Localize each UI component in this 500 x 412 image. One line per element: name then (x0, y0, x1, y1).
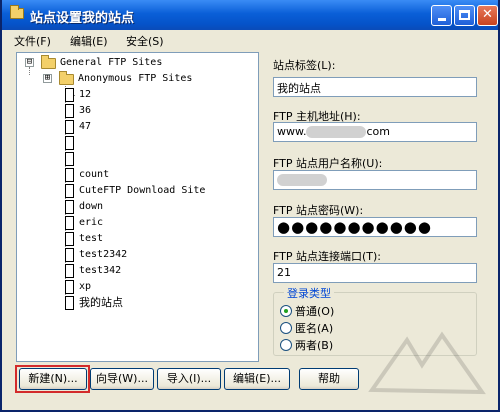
tree-item-label: 36 (79, 105, 92, 116)
login-type-title: 登录类型 (284, 285, 334, 301)
port-input[interactable]: 21 (273, 263, 477, 283)
tree-item-site[interactable]: eric (17, 215, 247, 231)
minimize-button[interactable] (431, 5, 452, 26)
watermark-logo (368, 331, 486, 395)
tree-item-label: test (79, 233, 104, 244)
port-label: FTP 站点连接端口(T): (273, 250, 381, 263)
edit-button[interactable]: 编辑(E)... (224, 368, 290, 390)
site-icon (65, 104, 74, 118)
close-button[interactable]: ✕ (477, 5, 498, 26)
tree-item-site[interactable]: CuteFTP Download Site (17, 183, 247, 199)
host-value-suffix: com (366, 125, 390, 138)
menu-edit[interactable]: 编辑(E) (70, 33, 108, 49)
folder-open-icon (41, 55, 56, 69)
window-title: 站点设置我的站点 (30, 11, 135, 26)
tree-item-label: General FTP Sites (60, 57, 163, 68)
site-icon (65, 184, 74, 198)
site-icon (65, 136, 74, 150)
tree-item-site-selected[interactable]: 我的站点 (17, 295, 247, 311)
expand-icon[interactable]: ⊞ (43, 74, 52, 83)
tree-item-label: eric (79, 217, 104, 228)
site-label-input[interactable]: 我的站点 (273, 77, 477, 97)
site-icon (65, 264, 74, 278)
highlight-box (15, 365, 90, 393)
tree-item-label: count (79, 169, 110, 180)
password-label: FTP 站点密码(W): (273, 204, 364, 217)
tree-item-site[interactable]: count (17, 167, 247, 183)
folder-icon (10, 5, 24, 19)
maximize-icon (459, 10, 470, 20)
tree-item-site[interactable]: test2342 (17, 247, 247, 263)
password-input[interactable]: ●●●●●●●●●●● (273, 217, 477, 237)
tree-item-site[interactable]: down (17, 199, 247, 215)
radio-empty-icon (280, 339, 292, 351)
tree-item-label: test342 (79, 265, 122, 276)
tree-item-anonymous[interactable]: ⊞ Anonymous FTP Sites (17, 71, 247, 87)
site-icon (65, 88, 74, 102)
menu-bar: 文件(F) 编辑(E) 安全(S) (2, 30, 498, 49)
radio-empty-icon (280, 322, 292, 334)
radio-selected-icon (280, 305, 292, 317)
tree-item-label: test2342 (79, 249, 128, 260)
redacted-user (277, 174, 327, 186)
redacted-host (306, 126, 367, 138)
host-value-prefix: www. (277, 125, 307, 138)
tree-item-site[interactable]: xp (17, 279, 247, 295)
host-input[interactable]: www. com (273, 122, 477, 142)
radio-normal[interactable]: 普通(O) (280, 303, 334, 319)
site-tree[interactable]: ⊟ General FTP Sites ⊞ Anonymous FTP Site… (16, 52, 259, 362)
folder-icon (59, 71, 74, 85)
help-button[interactable]: 帮助 (299, 368, 359, 390)
tree-item-site[interactable]: test (17, 231, 247, 247)
site-icon (65, 296, 74, 310)
collapse-icon[interactable]: ⊟ (25, 58, 34, 67)
tree-item-label: 12 (79, 89, 92, 100)
radio-label: 普通(O) (295, 305, 335, 318)
menu-file[interactable]: 文件(F) (14, 33, 51, 49)
tree-root[interactable]: ⊟ General FTP Sites (17, 55, 247, 71)
tree-item-site[interactable] (17, 151, 247, 167)
import-button[interactable]: 导入(I)... (157, 368, 221, 390)
radio-label: 匿名(A) (295, 322, 334, 335)
tree-item-site[interactable]: 36 (17, 103, 247, 119)
site-icon (65, 248, 74, 262)
minimize-icon (437, 18, 446, 21)
tree-item-label: 我的站点 (79, 296, 123, 309)
radio-both[interactable]: 两者(B) (280, 337, 333, 353)
site-settings-form: 站点标签(L): 我的站点 FTP 主机地址(H): www. com FTP 站… (265, 52, 491, 362)
site-manager-window: 站点设置我的站点 ✕ 文件(F) 编辑(E) 安全(S) ⊟ General F… (0, 0, 500, 412)
tree-item-site[interactable] (17, 135, 247, 151)
tree-item-label: xp (79, 281, 92, 292)
maximize-button[interactable] (454, 5, 475, 26)
wizard-button[interactable]: 向导(W)... (90, 368, 154, 390)
title-bar[interactable]: 站点设置我的站点 ✕ (2, 0, 498, 30)
site-icon (65, 216, 74, 230)
radio-label: 两者(B) (295, 339, 334, 352)
tree-item-site[interactable]: test342 (17, 263, 247, 279)
site-icon (65, 120, 74, 134)
site-icon (65, 280, 74, 294)
tree-item-site[interactable]: 47 (17, 119, 247, 135)
site-label-label: 站点标签(L): (273, 59, 336, 72)
menu-security[interactable]: 安全(S) (126, 33, 164, 49)
site-icon (65, 200, 74, 214)
tree-item-site[interactable]: 12 (17, 87, 247, 103)
site-icon (65, 168, 74, 182)
user-input[interactable] (273, 170, 477, 190)
radio-anonymous[interactable]: 匿名(A) (280, 320, 333, 336)
tree-item-label: CuteFTP Download Site (79, 185, 206, 196)
close-icon: ✕ (482, 7, 493, 22)
site-icon (65, 152, 74, 166)
site-icon (65, 232, 74, 246)
tree-item-label: 47 (79, 121, 92, 132)
tree-item-label: Anonymous FTP Sites (78, 73, 193, 84)
status-strip (2, 398, 498, 410)
tree-item-label: down (79, 201, 104, 212)
user-label: FTP 站点用户名称(U): (273, 157, 383, 170)
